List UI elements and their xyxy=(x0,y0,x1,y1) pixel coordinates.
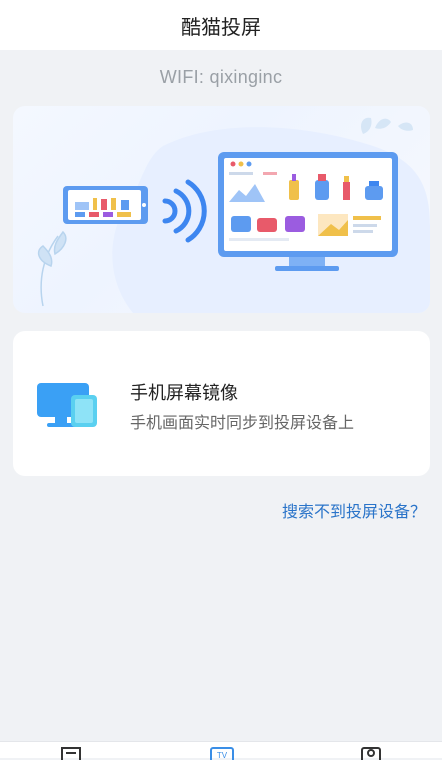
bottom-tab-bar: TV xyxy=(0,741,442,760)
tv-icon: TV xyxy=(210,747,234,760)
monitor-illustration xyxy=(218,152,398,271)
cast-illustration xyxy=(37,117,430,313)
screen-mirror-title: 手机屏幕镜像 xyxy=(130,383,238,404)
tab-document[interactable] xyxy=(60,746,82,760)
cast-banner xyxy=(13,106,430,313)
page-title: 酷猫投屏 xyxy=(181,14,261,39)
app-header: 酷猫投屏 xyxy=(0,0,442,50)
device-not-found-link[interactable]: 搜索不到投屏设备？ xyxy=(282,498,426,522)
wifi-name: WIFI: qixinginc xyxy=(159,67,283,87)
leaf-decoration-left xyxy=(37,230,67,307)
profile-icon xyxy=(361,747,381,760)
document-icon xyxy=(61,747,81,760)
svg-text:TV: TV xyxy=(217,751,228,760)
screen-mirror-card[interactable]: 手机屏幕镜像 手机画面实时同步到投屏设备上 xyxy=(13,331,430,476)
phone-illustration xyxy=(63,186,148,224)
tab-tv[interactable]: TV xyxy=(210,746,234,760)
screen-mirror-icon xyxy=(35,381,101,433)
leaf-decoration-right xyxy=(360,117,413,134)
screen-mirror-description: 手机画面实时同步到投屏设备上 xyxy=(130,413,355,432)
tab-profile[interactable] xyxy=(360,746,382,760)
